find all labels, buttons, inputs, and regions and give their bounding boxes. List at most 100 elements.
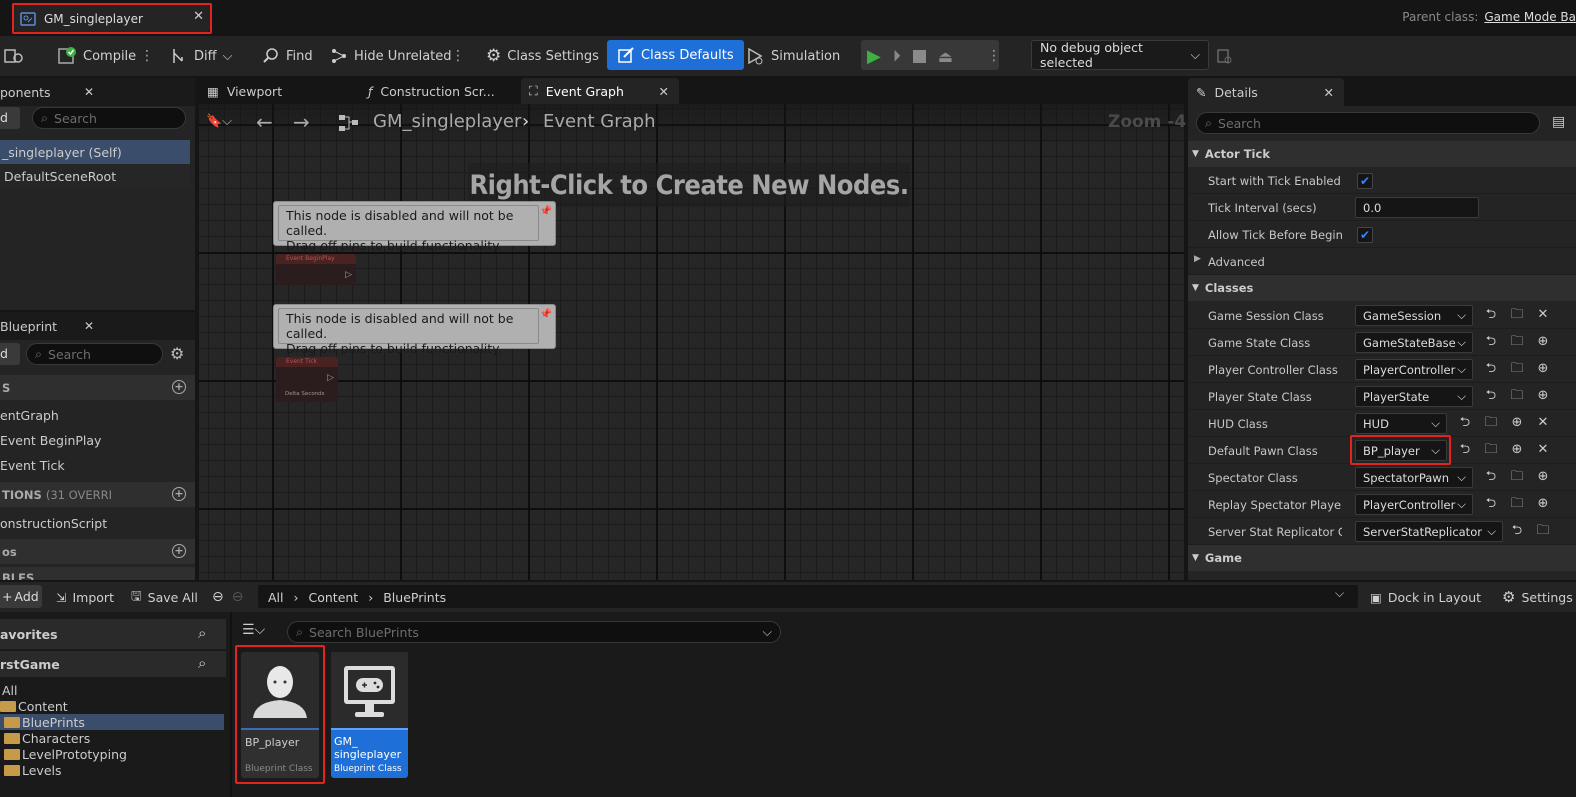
save-all-button[interactable]: 🖫 Save All <box>131 582 198 612</box>
forward-circle-icon[interactable]: ⊖ <box>232 589 244 605</box>
tab-event-graph[interactable]: ⛶ Event Graph ✕ <box>521 78 679 104</box>
close-tab-icon[interactable]: ✕ <box>193 9 204 24</box>
use-selected-icon[interactable]: ⮌ <box>1483 496 1499 512</box>
browse-folder-icon[interactable]: 🗀 <box>1509 361 1525 377</box>
add-function-icon[interactable]: + <box>172 487 186 501</box>
add-button[interactable]: + Add <box>0 585 42 608</box>
chevron-down-icon[interactable]: ⌵ <box>1335 586 1344 601</box>
graph-item-begin-play[interactable]: Event BeginPlay <box>0 428 101 452</box>
find-button[interactable]: Find <box>262 41 313 71</box>
play-icon[interactable]: ▶ <box>867 46 881 67</box>
gear-icon[interactable]: ⚙ <box>170 344 184 363</box>
tab-construction-script[interactable]: ƒ Construction Scr... <box>360 78 520 104</box>
parent-class-link[interactable]: Game Mode Ba <box>1484 10 1576 24</box>
browse-folder-icon[interactable]: 🗀 <box>1483 415 1499 431</box>
stop-icon[interactable] <box>912 49 926 63</box>
game-state-dropdown[interactable]: GameStateBase ⌵ <box>1355 332 1473 353</box>
exec-pin-icon[interactable]: ▷ <box>345 270 352 280</box>
dock-in-layout-button[interactable]: ▣ Dock in Layout <box>1370 582 1481 612</box>
server-stat-dropdown[interactable]: ServerStatReplicator ⌵ <box>1355 521 1503 542</box>
favorites-header[interactable]: avorites ⌕ <box>0 619 226 649</box>
step-icon[interactable]: ⏵ <box>893 46 901 66</box>
macros-section-header[interactable]: os + <box>0 539 195 564</box>
forward-arrow-icon[interactable]: → <box>293 110 310 134</box>
add-icon[interactable]: ⊕ <box>1535 388 1551 404</box>
back-circle-icon[interactable]: ⊖ <box>212 589 224 605</box>
player-controller-dropdown[interactable]: PlayerController ⌵ <box>1355 359 1473 380</box>
add-icon[interactable]: ⊕ <box>1509 442 1525 458</box>
classes-section[interactable]: ▼ Classes <box>1188 275 1576 301</box>
document-tab[interactable]: GM_singleplayer ✕ <box>14 5 210 32</box>
close-icon[interactable]: ✕ <box>84 85 94 99</box>
use-selected-icon[interactable]: ⮌ <box>1509 523 1525 539</box>
graphs-section-header[interactable]: S + <box>0 375 195 400</box>
browse-folder-icon[interactable]: 🗀 <box>1483 442 1499 458</box>
graph-item-event-tick[interactable]: Event Tick <box>0 453 65 477</box>
tree-content[interactable]: Content <box>0 698 68 714</box>
tree-all[interactable]: All <box>2 682 18 698</box>
simulation-button[interactable]: Simulation <box>745 41 840 71</box>
class-settings-button[interactable]: ⚙ Class Settings <box>486 41 599 71</box>
bookmark-icon[interactable]: 🔖⌵ <box>206 114 232 129</box>
diff-button[interactable]: Diff ⌵ <box>170 41 232 71</box>
pin-icon[interactable]: 📌 <box>540 204 552 219</box>
project-header[interactable]: rstGame ⌕ <box>0 651 226 677</box>
close-icon[interactable]: ✕ <box>659 84 669 99</box>
class-defaults-button[interactable]: Class Defaults <box>607 40 744 70</box>
breadcrumb-root[interactable]: GM_singleplayer <box>373 111 521 132</box>
browse-folder-icon[interactable]: 🗀 <box>1509 388 1525 404</box>
add-icon[interactable]: ⊕ <box>1509 415 1525 431</box>
eject-icon[interactable]: ⏏ <box>938 47 953 66</box>
advanced-row[interactable]: ▶ Advanced <box>1188 248 1576 275</box>
tree-level-prototyping[interactable]: LevelPrototyping <box>0 746 127 762</box>
use-selected-icon[interactable]: ⮌ <box>1483 307 1499 323</box>
search-icon[interactable]: ⌕ <box>198 654 206 672</box>
tree-characters[interactable]: Characters <box>0 730 90 746</box>
add-icon[interactable]: ⊕ <box>1535 469 1551 485</box>
tab-details[interactable]: ✎ Details ✕ <box>1188 78 1344 106</box>
use-selected-icon[interactable]: ⮌ <box>1457 415 1473 431</box>
chevron-down-icon[interactable]: ⌵ <box>763 624 772 640</box>
splitter[interactable] <box>230 612 232 797</box>
pin-icon[interactable]: 📌 <box>540 307 552 322</box>
game-session-dropdown[interactable]: GameSession ⌵ <box>1355 305 1473 326</box>
tick-interval-input[interactable]: 0.0 <box>1355 197 1479 218</box>
search-icon[interactable]: ⌕ <box>198 624 206 642</box>
game-section[interactable]: ▼ Game <box>1188 545 1576 571</box>
default-pawn-dropdown[interactable]: BP_player ⌵ <box>1355 440 1447 461</box>
filter-icon[interactable]: ☰⌵ <box>242 622 265 638</box>
settings-button[interactable]: ⚙ Settings <box>1502 582 1573 612</box>
browse-folder-icon[interactable]: 🗀 <box>1509 334 1525 350</box>
spectator-dropdown[interactable]: SpectatorPawn ⌵ <box>1355 467 1473 488</box>
back-arrow-icon[interactable]: ← <box>256 110 273 134</box>
add-graph-icon[interactable]: + <box>172 380 186 394</box>
add-macro-icon[interactable]: + <box>172 544 186 558</box>
browse-folder-icon[interactable]: 🗀 <box>1509 307 1525 323</box>
details-search-input[interactable]: ⌕ Search <box>1196 112 1540 134</box>
use-selected-icon[interactable]: ⮌ <box>1483 469 1499 485</box>
use-selected-icon[interactable]: ⮌ <box>1483 388 1499 404</box>
use-selected-icon[interactable]: ⮌ <box>1457 442 1473 458</box>
path-all[interactable]: All <box>268 590 284 605</box>
browse-icon[interactable] <box>4 41 24 71</box>
use-selected-icon[interactable]: ⮌ <box>1483 334 1499 350</box>
asset-bp-player[interactable]: BP_player Blueprint Class <box>241 652 319 778</box>
path-blueprints[interactable]: BluePrints <box>383 590 446 605</box>
compile-options-icon[interactable]: ⋮ <box>140 41 154 71</box>
add-member-button[interactable]: d <box>0 343 20 365</box>
functions-section-header[interactable]: TIONS (31 OVERRI + <box>0 482 195 507</box>
close-icon[interactable]: ✕ <box>84 319 94 333</box>
path-content[interactable]: Content <box>309 590 359 605</box>
variables-section-header[interactable]: BLES <box>0 567 195 580</box>
components-search-input[interactable]: ⌕ Search <box>32 107 186 129</box>
player-state-dropdown[interactable]: PlayerState ⌵ <box>1355 386 1473 407</box>
tab-viewport[interactable]: ▦ Viewport <box>199 78 359 104</box>
clear-icon[interactable]: ✕ <box>1535 307 1551 323</box>
compile-button[interactable]: Compile <box>57 41 136 71</box>
debug-filter-icon[interactable] <box>1215 41 1233 71</box>
browse-folder-icon[interactable]: 🗀 <box>1509 496 1525 512</box>
close-icon[interactable]: ✕ <box>1324 85 1334 100</box>
property-matrix-icon[interactable]: ▤ <box>1552 114 1565 130</box>
component-item-self[interactable]: _singleplayer (Self) <box>0 140 190 164</box>
exec-pin-icon[interactable]: ▷ <box>327 373 334 383</box>
